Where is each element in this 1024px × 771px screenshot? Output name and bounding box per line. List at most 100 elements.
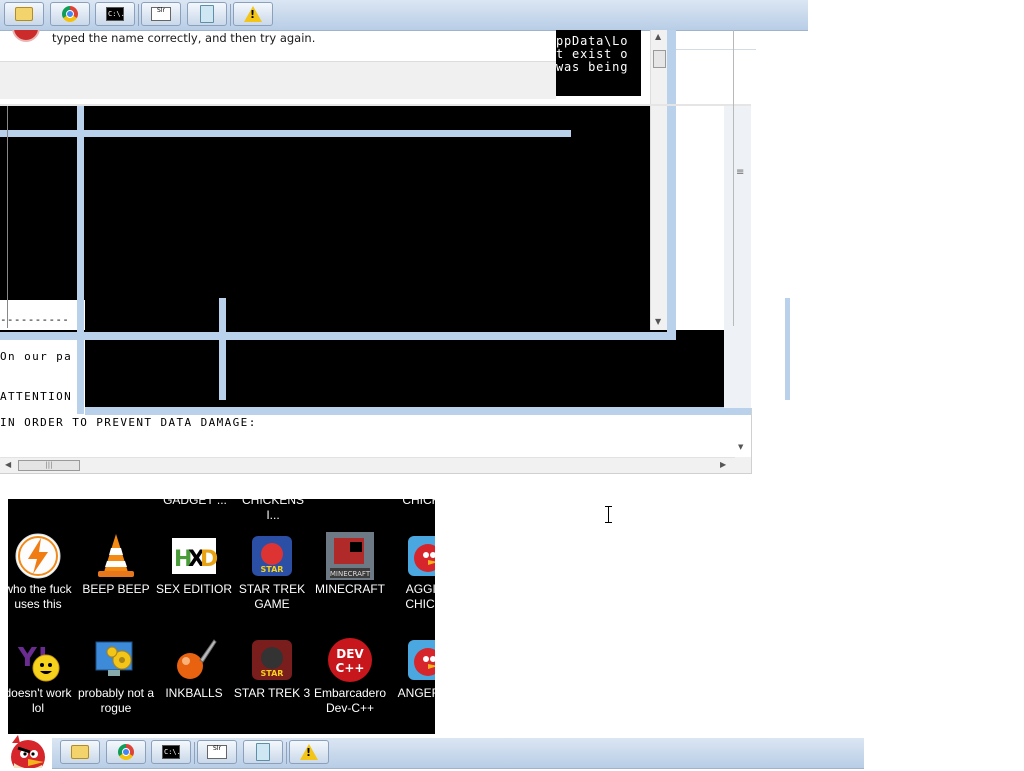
ransom-line-2: ATTENTION bbox=[0, 390, 73, 403]
console-line: was being bbox=[556, 60, 629, 74]
warning-icon bbox=[300, 744, 318, 760]
desktop-icon[interactable]: MINECRAFT MINECRAFT bbox=[311, 532, 389, 597]
vscroll-down-arrow-icon[interactable]: ▼ bbox=[738, 443, 743, 451]
desktop-panel: GADGET ... CHICKENS I... CHICKE who the … bbox=[8, 499, 435, 734]
divider-line bbox=[676, 49, 756, 50]
desktop-icon[interactable]: Y! doesn't work lol bbox=[8, 636, 77, 716]
error-dialog-footer bbox=[0, 61, 556, 99]
desktop-icon-label: doesn't work lol bbox=[8, 686, 72, 715]
resize-grip[interactable] bbox=[735, 457, 751, 473]
desktop-icon-label: STAR TREK GAME bbox=[238, 582, 306, 611]
hscroll-thumb[interactable]: ||| bbox=[18, 460, 80, 471]
svg-text:STAR: STAR bbox=[261, 565, 284, 574]
star-wars-angry-birds-icon: STAR bbox=[248, 532, 296, 580]
divider-line bbox=[0, 104, 751, 106]
window-right-edge bbox=[751, 408, 752, 474]
bottom-taskbar: C:\. Slr bbox=[52, 738, 864, 769]
dash-line: ---------- bbox=[0, 313, 70, 326]
error-icon bbox=[12, 30, 40, 42]
ransom-line-3: IN ORDER TO PREVENT DATA DAMAGE: bbox=[0, 416, 257, 429]
desktop-icon-label-clipped: CHICKENS I... bbox=[241, 499, 304, 522]
hxd-icon: HXD bbox=[170, 532, 218, 580]
taskbar-warning-button[interactable] bbox=[233, 2, 273, 26]
window-frame-bar bbox=[0, 130, 571, 137]
svg-text:D: D bbox=[200, 547, 218, 572]
notepad-icon bbox=[200, 5, 214, 23]
inkball-icon bbox=[170, 636, 218, 684]
desktop-icon[interactable]: ANGER (2) bbox=[389, 636, 435, 701]
desktop-icon-label: probably not a rogue bbox=[77, 686, 155, 715]
svg-text:C++: C++ bbox=[336, 661, 365, 675]
warning-icon bbox=[244, 6, 262, 22]
taskbar-gadgets-button[interactable]: Slr bbox=[141, 2, 181, 26]
bolt-icon bbox=[14, 532, 62, 580]
taskbar-chrome-button[interactable] bbox=[50, 2, 90, 26]
desktop-icon[interactable]: INKBALLS bbox=[155, 636, 233, 701]
error-message: typed the name correctly, and then try a… bbox=[52, 31, 316, 45]
start-orb-angry-bird-icon[interactable] bbox=[4, 733, 52, 771]
vlc-cone-icon bbox=[92, 532, 140, 580]
cmd-icon: C:\. bbox=[106, 7, 125, 21]
console-line: t exist o bbox=[556, 47, 629, 61]
window-bottom-edge bbox=[0, 473, 752, 474]
top-taskbar: C:\. Slr bbox=[0, 0, 808, 31]
taskbar-separator bbox=[230, 4, 231, 26]
window-frame-base bbox=[85, 407, 751, 415]
desktop-icon-label: MINECRAFT bbox=[315, 582, 385, 596]
desktop-icon[interactable]: STAR STAR TREK 3 bbox=[233, 636, 311, 701]
star-wars-3-icon: STAR bbox=[248, 636, 296, 684]
desktop-icon[interactable]: STAR STAR TREK GAME bbox=[233, 532, 311, 612]
window-frame-far-right bbox=[724, 104, 751, 408]
cmd-icon: C:\. bbox=[162, 745, 181, 759]
desktop-icon-label-clipped: GADGET ... bbox=[163, 499, 227, 507]
taskbar-cmd-button[interactable]: C:\. bbox=[151, 740, 191, 764]
scroll-thumb[interactable] bbox=[653, 50, 666, 68]
console-vscrollbar[interactable]: ▲ ▼ bbox=[650, 30, 668, 330]
taskbar-chrome-button[interactable] bbox=[106, 740, 146, 764]
console-black-area bbox=[0, 106, 650, 332]
desktop-icon-label: STAR TREK 3 bbox=[233, 686, 311, 700]
angry-bird-icon bbox=[404, 532, 435, 580]
taskbar-warning-button[interactable] bbox=[289, 740, 329, 764]
taskbar-separator bbox=[194, 742, 195, 764]
hscrollbar[interactable]: ◀ ||| ▶ bbox=[0, 457, 735, 474]
taskbar-cmd-button[interactable]: C:\. bbox=[95, 2, 135, 26]
desktop-icon-label: SEX EDITIOR bbox=[155, 582, 232, 596]
text-cursor-icon bbox=[604, 506, 613, 523]
taskbar-separator bbox=[138, 4, 139, 26]
folder-icon bbox=[71, 745, 89, 759]
desktop-icon[interactable]: DEV C++ Embarcadero Dev-C++ bbox=[311, 636, 389, 716]
taskbar-gadgets-button[interactable]: Slr bbox=[197, 740, 237, 764]
taskbar-notepad-button[interactable] bbox=[187, 2, 227, 26]
scroll-left-arrow-icon[interactable]: ◀ bbox=[5, 460, 11, 469]
desktop-icon-label: Embarcadero Dev-C++ bbox=[313, 686, 387, 715]
gadget-icon: Slr bbox=[207, 745, 227, 759]
desktop-icon[interactable]: BEEP BEEP bbox=[77, 532, 155, 597]
chrome-icon bbox=[118, 744, 134, 760]
desktop-icon[interactable]: HXD SEX EDITIOR bbox=[155, 532, 233, 597]
scroll-up-arrow-icon[interactable]: ▲ bbox=[655, 32, 661, 41]
taskbar-explorer-button[interactable] bbox=[60, 740, 100, 764]
chrome-icon bbox=[62, 6, 78, 22]
desktop-icon-label-clipped: CHICKE bbox=[402, 499, 435, 507]
scroll-grip-icon: ≡ bbox=[736, 167, 745, 178]
desktop-icon[interactable]: probably not a rogue bbox=[77, 636, 155, 716]
edge-line bbox=[733, 30, 734, 326]
desktop-icon[interactable]: who the fuck uses this bbox=[8, 532, 77, 612]
desktop-icon[interactable]: AGGITA CHICKE bbox=[389, 532, 435, 612]
window-frame-left bbox=[77, 104, 84, 414]
scroll-down-arrow-icon[interactable]: ▼ bbox=[655, 317, 661, 326]
desktop-icon-label: BEEP BEEP bbox=[82, 582, 150, 596]
notepad-icon bbox=[256, 743, 270, 761]
taskbar-explorer-button[interactable] bbox=[4, 2, 44, 26]
window-frame-bottom bbox=[0, 332, 676, 340]
left-edge-line bbox=[7, 106, 8, 328]
settings-monitor-icon bbox=[92, 636, 140, 684]
scroll-right-arrow-icon[interactable]: ▶ bbox=[720, 460, 726, 469]
desktop-icon-label: INKBALLS bbox=[165, 686, 223, 700]
taskbar-notepad-button[interactable] bbox=[243, 740, 283, 764]
console-line: ppData\Lo bbox=[556, 34, 629, 48]
ransom-line-1: On our pa bbox=[0, 350, 73, 363]
minecraft-icon: MINECRAFT bbox=[326, 532, 374, 580]
window-frame-post bbox=[219, 298, 226, 400]
